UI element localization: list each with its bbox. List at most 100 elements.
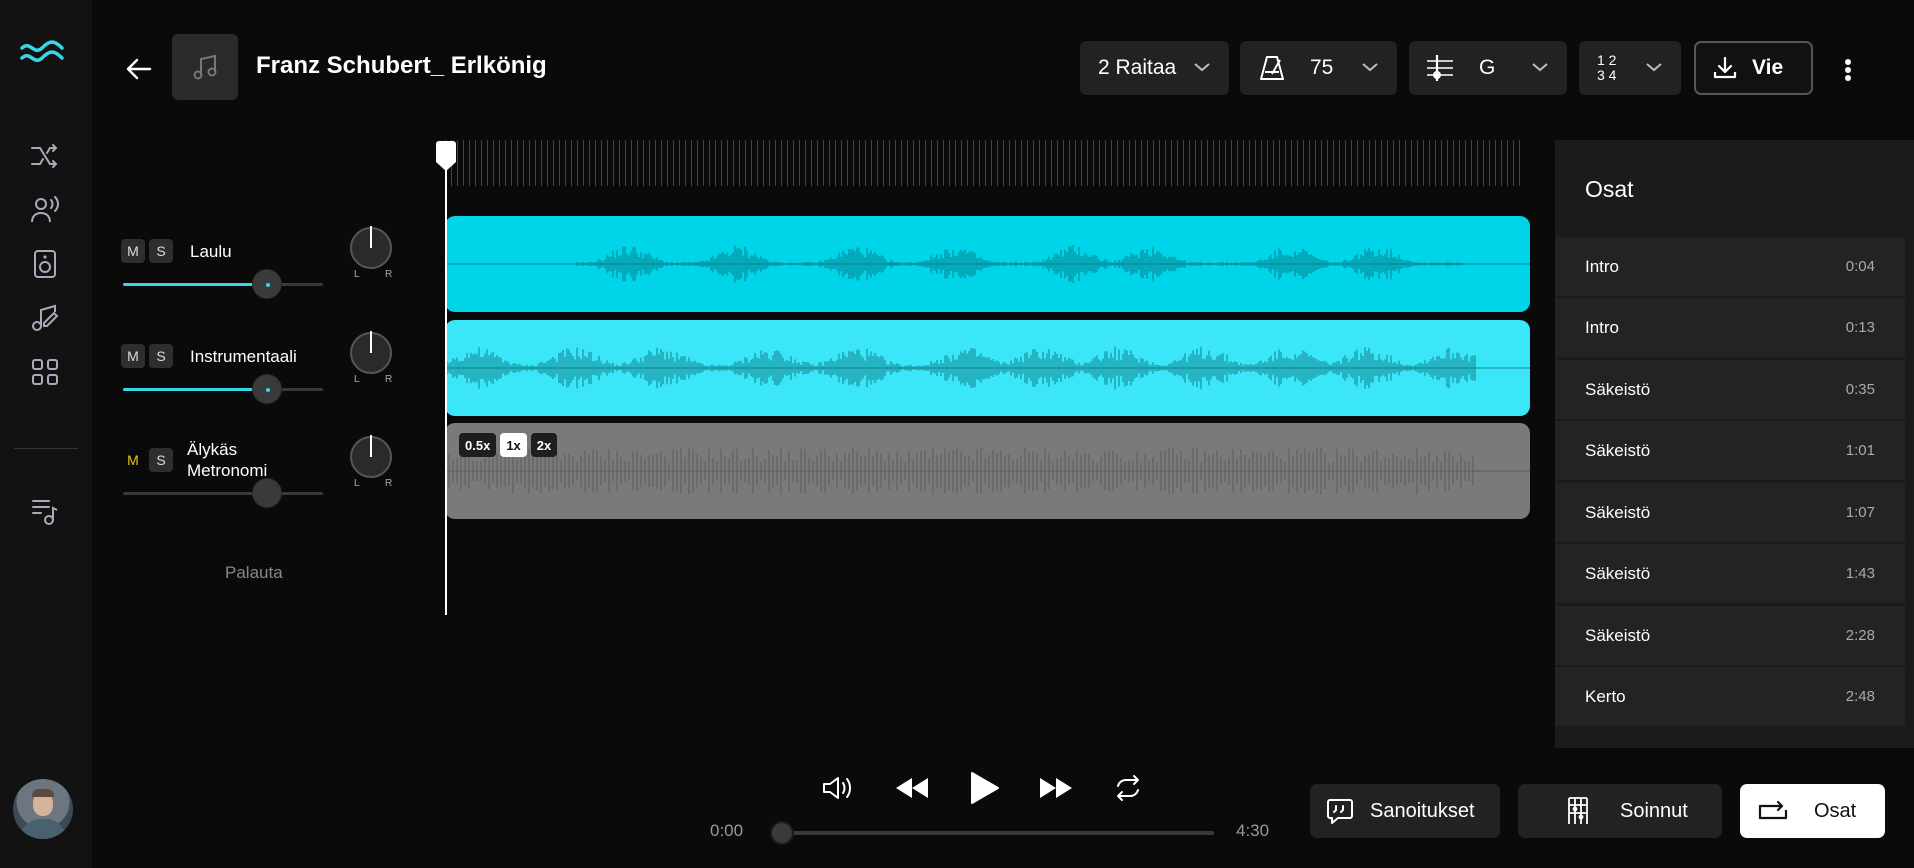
section-row[interactable]: Intro 0:04	[1555, 237, 1905, 296]
sections-panel: Osat Intro 0:04 Intro 0:13 Säkeistö 0:35 Sä…	[1555, 140, 1914, 748]
back-button[interactable]	[122, 52, 156, 86]
more-options-icon[interactable]	[1838, 55, 1858, 85]
pan-right-label: R	[385, 269, 393, 280]
tracks-dropdown-label: 2 Raitaa	[1098, 56, 1177, 79]
tempo-value: 75	[1310, 56, 1334, 79]
section-row[interactable]: Säkeistö 0:35	[1555, 360, 1905, 419]
lyrics-label: Sanoitukset	[1370, 799, 1475, 822]
export-button[interactable]: Vie	[1694, 41, 1813, 95]
lyrics-button[interactable]: Sanoitukset	[1310, 784, 1500, 838]
volume-icon[interactable]	[818, 768, 858, 808]
song-thumbnail	[172, 34, 238, 100]
playlist-icon[interactable]	[28, 494, 62, 528]
volume-slider[interactable]	[123, 269, 323, 299]
section-time: 0:35	[1845, 381, 1875, 398]
vocal-waveform-lane[interactable]	[445, 216, 1530, 312]
chevron-down-icon	[1362, 63, 1378, 72]
section-row[interactable]: Kerto 2:48	[1555, 667, 1905, 726]
app-logo-icon[interactable]	[18, 38, 66, 74]
vocal-waveform	[445, 245, 1530, 283]
mute-button[interactable]: M	[121, 239, 145, 263]
volume-thumb[interactable]	[252, 478, 282, 508]
volume-fill	[123, 283, 267, 286]
key-dropdown[interactable]: G	[1409, 41, 1567, 95]
music-note-icon	[193, 54, 217, 80]
track-name-line1: Älykäs	[187, 440, 238, 459]
volume-thumb[interactable]	[252, 374, 282, 404]
left-rail	[0, 0, 92, 868]
section-name: Säkeistö	[1585, 503, 1651, 522]
solo-button[interactable]: S	[149, 344, 173, 368]
pan-knob[interactable]: L R	[350, 331, 392, 385]
speaker-icon[interactable]	[28, 247, 62, 281]
volume-slider[interactable]	[123, 478, 323, 508]
progress-thumb[interactable]	[770, 821, 794, 845]
fast-forward-icon[interactable]	[1036, 768, 1076, 808]
loop-icon[interactable]	[1108, 768, 1148, 808]
section-name: Intro	[1585, 318, 1620, 337]
section-name: Intro	[1585, 257, 1620, 276]
grid-apps-icon[interactable]	[28, 355, 62, 389]
section-time: 1:43	[1845, 565, 1875, 582]
tempo-dropdown[interactable]: 75	[1240, 41, 1397, 95]
track-name-line2: Metronomi	[187, 461, 268, 480]
music-edit-icon[interactable]	[28, 301, 62, 335]
quote-bubble-icon	[1327, 799, 1353, 824]
section-name: Säkeistö	[1585, 441, 1651, 460]
pan-left-label: L	[354, 269, 360, 280]
track-control-metronome: M S Älykäs Metronomi L R	[120, 435, 410, 538]
chords-button[interactable]: Soinnut	[1518, 784, 1722, 838]
avatar-hair	[32, 789, 54, 797]
metronome-ticks	[445, 447, 1530, 495]
metronome-speed-selector: 0.5x 1x 2x	[459, 433, 558, 457]
sections-loop-icon	[1758, 800, 1788, 820]
section-time: 1:01	[1845, 442, 1875, 459]
volume-slider[interactable]	[123, 374, 323, 404]
section-time: 0:13	[1845, 319, 1875, 336]
speed-half-button[interactable]: 0.5x	[459, 433, 497, 457]
sections-title: Osat	[1585, 176, 1634, 202]
pan-knob[interactable]: L R	[350, 226, 392, 280]
rewind-icon[interactable]	[892, 768, 932, 808]
download-icon	[1713, 56, 1737, 79]
section-row[interactable]: Säkeistö 2:28	[1555, 606, 1905, 665]
shuffle-icon[interactable]	[28, 139, 62, 173]
voice-user-icon[interactable]	[28, 193, 62, 227]
mute-button[interactable]: M	[121, 448, 145, 472]
section-name: Kerto	[1585, 687, 1626, 706]
solo-button[interactable]: S	[149, 448, 173, 472]
section-row[interactable]: Säkeistö 1:07	[1555, 483, 1905, 542]
pan-right-label: R	[385, 478, 393, 489]
volume-thumb[interactable]	[252, 269, 282, 299]
timeline-ruler[interactable]	[445, 140, 1525, 186]
pan-knob[interactable]: L R	[350, 435, 392, 489]
section-time: 0:04	[1845, 258, 1875, 275]
speed-normal-button[interactable]: 1x	[500, 433, 527, 457]
sections-button[interactable]: Osat	[1740, 784, 1885, 838]
tracks-dropdown[interactable]: 2 Raitaa	[1080, 41, 1229, 95]
instrumental-waveform-lane[interactable]	[445, 320, 1530, 416]
volume-fill	[123, 388, 267, 391]
section-row[interactable]: Säkeistö 1:01	[1555, 421, 1905, 480]
sections-label: Osat	[1814, 799, 1857, 822]
track-name: Älykäs Metronomi	[187, 439, 267, 481]
reset-button[interactable]: Palauta	[225, 563, 283, 583]
section-name: Säkeistö	[1585, 380, 1651, 399]
section-time: 1:07	[1845, 504, 1875, 521]
rail-divider	[14, 448, 78, 449]
export-label: Vie	[1752, 56, 1784, 79]
playhead-handle[interactable]	[434, 140, 458, 172]
playback-progress[interactable]	[770, 821, 1214, 845]
play-icon[interactable]	[964, 768, 1004, 808]
playhead-line	[445, 145, 447, 615]
metronome-lane[interactable]	[445, 423, 1530, 519]
section-row[interactable]: Intro 0:13	[1555, 298, 1905, 357]
solo-button[interactable]: S	[149, 239, 173, 263]
mute-button[interactable]: M	[121, 344, 145, 368]
time-signature-dropdown[interactable]: 1 2 3 4	[1579, 41, 1681, 95]
chord-grid-icon	[1568, 797, 1588, 824]
speed-double-button[interactable]: 2x	[530, 433, 558, 457]
track-control-vocals: M S Laulu L R	[120, 226, 410, 329]
section-row[interactable]: Säkeistö 1:43	[1555, 544, 1905, 603]
user-avatar[interactable]	[13, 779, 73, 839]
